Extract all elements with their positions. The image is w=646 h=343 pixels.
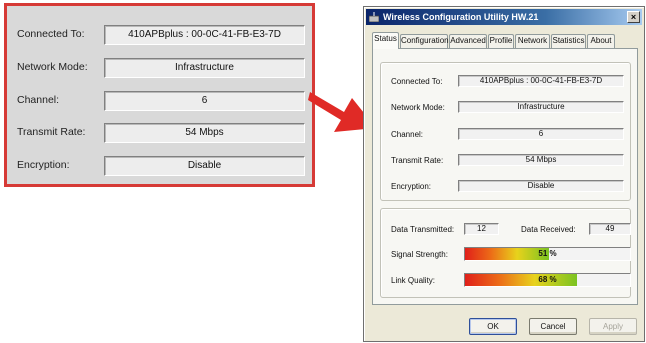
zoom-row-connected-to: Connected To: 410APBplus : 00-0C-41-FB-E… <box>7 25 312 47</box>
link-quality-meter: 68 % <box>464 273 631 287</box>
zoom-row-encryption: Encryption: Disable <box>7 156 312 178</box>
signal-strength-meter: 51 % <box>464 247 631 261</box>
tab-advanced[interactable]: Advanced <box>449 34 487 48</box>
tab-network[interactable]: Network <box>515 34 550 48</box>
close-button[interactable]: × <box>627 11 640 23</box>
zoom-row-channel: Channel: 6 <box>7 91 312 113</box>
zoom-value: 410APBplus : 00-0C-41-FB-E3-7D <box>104 25 305 45</box>
zoom-row-transmit-rate: Transmit Rate: 54 Mbps <box>7 123 312 145</box>
channel-label: Channel: <box>391 130 424 139</box>
title-bar[interactable]: Wireless Configuration Utility HW.21 × <box>366 9 642 25</box>
wireless-app-icon <box>369 12 379 22</box>
zoom-label: Encryption: <box>17 159 70 171</box>
zoom-label: Connected To: <box>17 28 85 40</box>
tab-configuration[interactable]: Configuration <box>400 34 449 48</box>
data-received-value: 49 <box>589 223 631 235</box>
wireless-config-window: Wireless Configuration Utility HW.21 × S… <box>363 6 645 342</box>
connected-to-value: 410APBplus : 00-0C-41-FB-E3-7D <box>458 75 624 87</box>
zoom-label: Channel: <box>17 94 60 106</box>
network-mode-label: Network Mode: <box>391 103 445 112</box>
channel-value: 6 <box>458 128 624 140</box>
cancel-button[interactable]: Cancel <box>529 318 577 335</box>
data-received-label: Data Received: <box>521 225 576 234</box>
data-transmitted-value: 12 <box>464 223 499 235</box>
link-quality-text: 68 % <box>538 275 557 284</box>
data-transmitted-label: Data Transmitted: <box>391 225 455 234</box>
tab-profile[interactable]: Profile <box>488 34 514 48</box>
link-quality-label: Link Quality: <box>391 276 436 285</box>
zoom-label: Network Mode: <box>17 61 88 73</box>
tab-statistics[interactable]: Statistics <box>551 34 586 48</box>
zoom-value: 6 <box>104 91 305 111</box>
traffic-quality-group: Data Transmitted: 12 Data Received: 49 S… <box>380 208 631 298</box>
transmit-rate-value: 54 Mbps <box>458 154 624 166</box>
zoom-value: Disable <box>104 156 305 176</box>
transmit-rate-label: Transmit Rate: <box>391 156 444 165</box>
apply-button[interactable]: Apply <box>589 318 637 335</box>
ok-button[interactable]: OK <box>469 318 517 335</box>
connected-to-label: Connected To: <box>391 77 443 86</box>
encryption-label: Encryption: <box>391 182 432 191</box>
network-mode-value: Infrastructure <box>458 101 624 113</box>
tab-status[interactable]: Status <box>372 32 399 49</box>
connection-info-group: Connected To: 410APBplus : 00-0C-41-FB-E… <box>380 62 631 201</box>
zoom-callout: Connected To: 410APBplus : 00-0C-41-FB-E… <box>4 3 315 187</box>
tab-about[interactable]: About <box>587 34 615 48</box>
zoom-value: 54 Mbps <box>104 123 305 143</box>
zoom-row-network-mode: Network Mode: Infrastructure <box>7 58 312 80</box>
encryption-value: Disable <box>458 180 624 192</box>
window-title: Wireless Configuration Utility HW.21 <box>383 12 539 22</box>
zoom-value: Infrastructure <box>104 58 305 78</box>
status-panel: Connected To: 410APBplus : 00-0C-41-FB-E… <box>372 48 638 305</box>
zoom-label: Transmit Rate: <box>17 126 86 138</box>
signal-strength-label: Signal Strength: <box>391 250 448 259</box>
signal-strength-text: 51 % <box>538 249 557 258</box>
